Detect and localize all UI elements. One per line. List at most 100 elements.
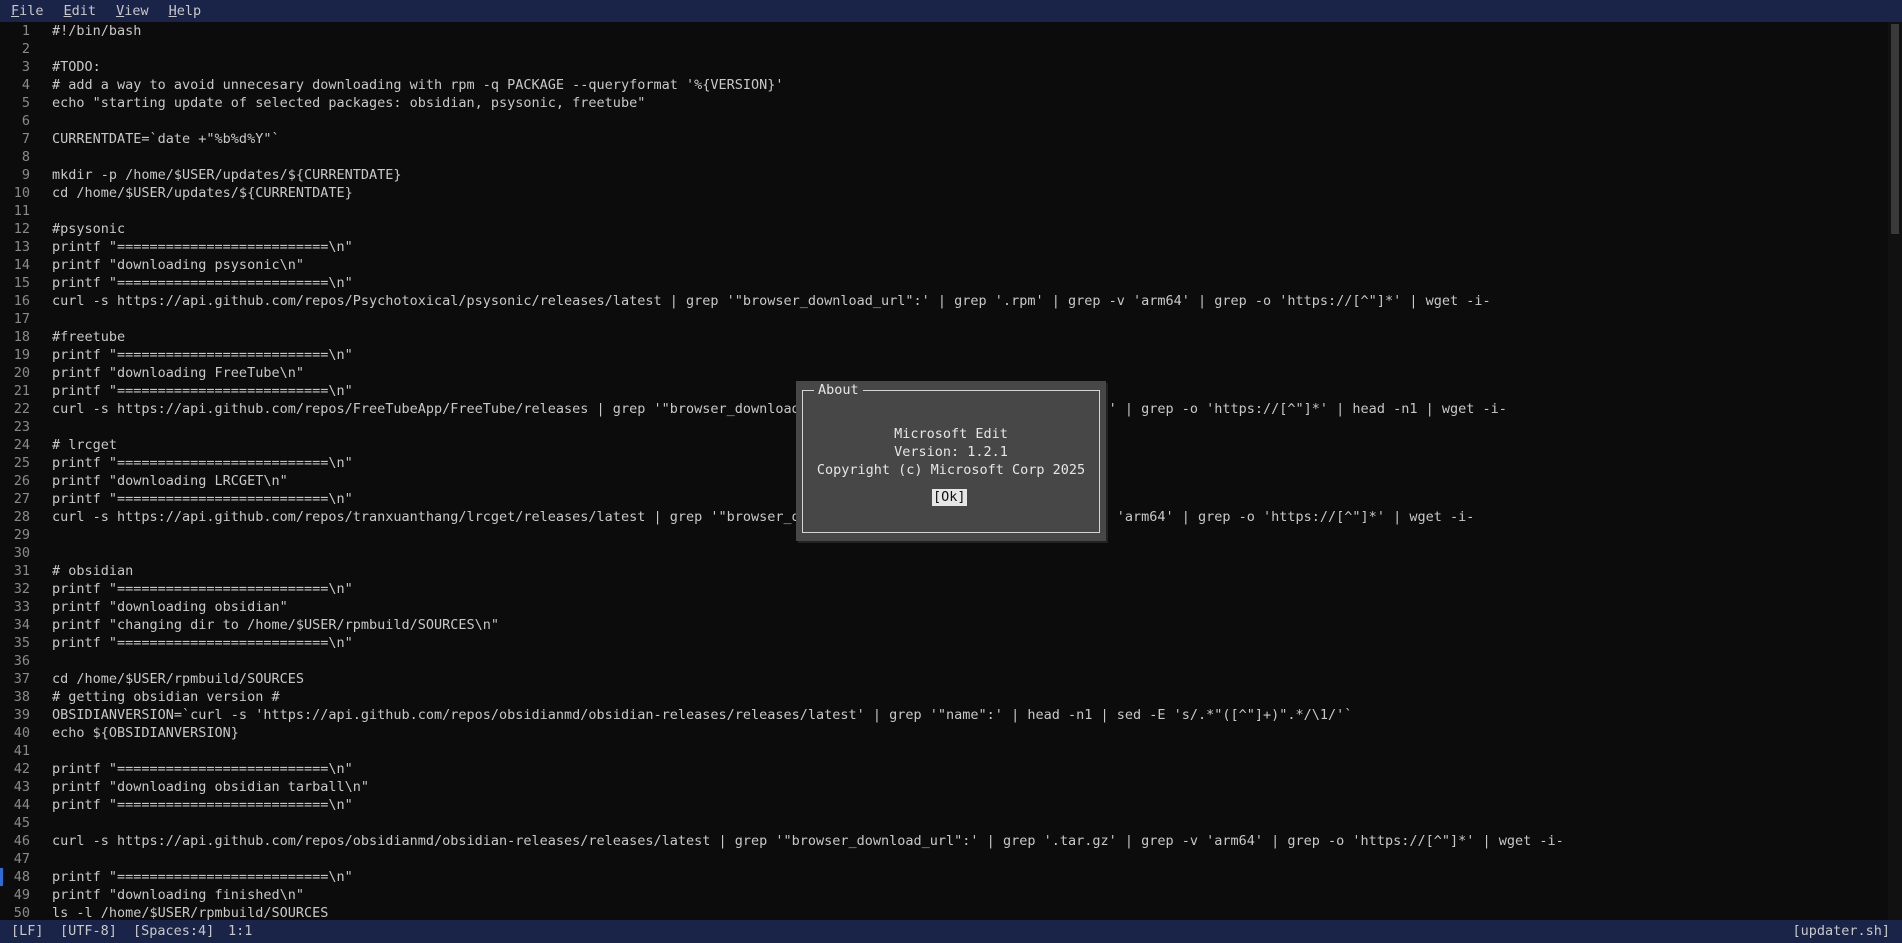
code-text[interactable]: #TODO:: [52, 58, 101, 76]
code-line[interactable]: 3 #TODO:: [0, 58, 1888, 76]
code-text[interactable]: echo "starting update of selected packag…: [52, 94, 645, 112]
code-text[interactable]: CURRENTDATE=`date +"%b%d%Y"`: [52, 130, 280, 148]
code-line[interactable]: 30: [0, 544, 1888, 562]
line-number: 27: [13, 491, 30, 507]
code-text[interactable]: printf "==========================\n": [52, 238, 353, 256]
code-text[interactable]: printf "==========================\n": [52, 346, 353, 364]
line-number: 24: [13, 437, 30, 453]
code-text[interactable]: # add a way to avoid unnecesary download…: [52, 76, 784, 94]
code-text[interactable]: cd /home/$USER/updates/${CURRENTDATE}: [52, 184, 353, 202]
code-line[interactable]: 48 printf "==========================\n": [0, 868, 1888, 886]
cursor-position[interactable]: 1:1: [228, 920, 252, 943]
code-line[interactable]: 36: [0, 652, 1888, 670]
code-line[interactable]: 15 printf "==========================\n": [0, 274, 1888, 292]
code-text[interactable]: printf "downloading obsidian tarball\n": [52, 778, 369, 796]
code-line[interactable]: 10 cd /home/$USER/updates/${CURRENTDATE}: [0, 184, 1888, 202]
menu-view[interactable]: View: [105, 0, 158, 22]
code-text[interactable]: curl -s https://api.github.com/repos/Psy…: [52, 292, 1491, 310]
code-text[interactable]: printf "downloading finished\n": [52, 886, 304, 904]
code-line[interactable]: 31 # obsidian: [0, 562, 1888, 580]
code-text[interactable]: #freetube: [52, 328, 125, 346]
code-text[interactable]: # getting obsidian version #: [52, 688, 280, 706]
code-line[interactable]: 39 OBSIDIANVERSION=`curl -s 'https://api.…: [0, 706, 1888, 724]
code-text[interactable]: curl -s https://api.github.com/repos/tra…: [52, 508, 1474, 526]
code-line[interactable]: 49 printf "downloading finished\n": [0, 886, 1888, 904]
code-text[interactable]: printf "==========================\n": [52, 580, 353, 598]
copyright-text: Copyright (c) Microsoft Corp 2025: [816, 462, 1086, 478]
code-line[interactable]: 2: [0, 40, 1888, 58]
code-line[interactable]: 42 printf "==========================\n": [0, 760, 1888, 778]
code-text[interactable]: printf "downloading LRCGET\n": [52, 472, 288, 490]
code-text[interactable]: printf "==========================\n": [52, 274, 353, 292]
code-text[interactable]: ls -l /home/$USER/rpmbuild/SOURCES: [52, 904, 328, 920]
code-line[interactable]: 19 printf "==========================\n": [0, 346, 1888, 364]
code-line[interactable]: 46 curl -s https://api.github.com/repos/o…: [0, 832, 1888, 850]
code-line[interactable]: 11: [0, 202, 1888, 220]
code-line[interactable]: 50 ls -l /home/$USER/rpmbuild/SOURCES: [0, 904, 1888, 920]
code-line[interactable]: 16 curl -s https://api.github.com/repos/P…: [0, 292, 1888, 310]
code-text[interactable]: printf "==========================\n": [52, 760, 353, 778]
code-line[interactable]: 1 #!/bin/bash: [0, 22, 1888, 40]
code-text[interactable]: echo ${OBSIDIANVERSION}: [52, 724, 239, 742]
code-line[interactable]: 38 # getting obsidian version #: [0, 688, 1888, 706]
encoding-indicator[interactable]: [UTF-8]: [60, 920, 117, 943]
file-name[interactable]: [updater.sh]: [1792, 920, 1890, 943]
code-text[interactable]: cd /home/$USER/rpmbuild/SOURCES: [52, 670, 304, 688]
code-line[interactable]: 17: [0, 310, 1888, 328]
code-text[interactable]: printf "downloading FreeTube\n": [52, 364, 304, 382]
code-line[interactable]: 44 printf "==========================\n": [0, 796, 1888, 814]
code-text[interactable]: printf "==========================\n": [52, 796, 353, 814]
code-line[interactable]: 13 printf "==========================\n": [0, 238, 1888, 256]
code-line[interactable]: 8: [0, 148, 1888, 166]
code-line[interactable]: 14 printf "downloading psysonic\n": [0, 256, 1888, 274]
code-text[interactable]: # obsidian: [52, 562, 133, 580]
code-line[interactable]: 12 #psysonic: [0, 220, 1888, 238]
code-line[interactable]: 18 #freetube: [0, 328, 1888, 346]
code-text[interactable]: #psysonic: [52, 220, 125, 238]
line-number: 3: [21, 59, 30, 75]
line-number: 50: [13, 905, 30, 920]
line-number: 4: [21, 77, 30, 93]
code-text[interactable]: #!/bin/bash: [52, 22, 141, 40]
code-text[interactable]: printf "downloading obsidian": [52, 598, 288, 616]
code-line[interactable]: 41: [0, 742, 1888, 760]
code-line[interactable]: 7 CURRENTDATE=`date +"%b%d%Y"`: [0, 130, 1888, 148]
code-line[interactable]: 37 cd /home/$USER/rpmbuild/SOURCES: [0, 670, 1888, 688]
code-line[interactable]: 33 printf "downloading obsidian": [0, 598, 1888, 616]
code-text[interactable]: OBSIDIANVERSION=`curl -s 'https://api.gi…: [52, 706, 1352, 724]
code-line[interactable]: 4 # add a way to avoid unnecesary downloa…: [0, 76, 1888, 94]
code-line[interactable]: 34 printf "changing dir to /home/$USER/rp…: [0, 616, 1888, 634]
ok-button[interactable]: [Ok]: [932, 489, 967, 506]
line-ending-indicator[interactable]: [LF]: [11, 920, 44, 943]
code-line[interactable]: 45: [0, 814, 1888, 832]
code-line[interactable]: 43 printf "downloading obsidian tarball\n…: [0, 778, 1888, 796]
code-line[interactable]: 32 printf "==========================\n": [0, 580, 1888, 598]
menu-file[interactable]: File: [0, 0, 53, 22]
scrollbar-thumb[interactable]: [1891, 24, 1899, 234]
code-text[interactable]: printf "==========================\n": [52, 382, 353, 400]
code-text[interactable]: curl -s https://api.github.com/repos/Fre…: [52, 400, 1507, 418]
code-line[interactable]: 5 echo "starting update of selected packa…: [0, 94, 1888, 112]
line-number: 11: [13, 203, 30, 219]
menu-help[interactable]: Help: [158, 0, 211, 22]
code-line[interactable]: 6: [0, 112, 1888, 130]
code-text[interactable]: curl -s https://api.github.com/repos/obs…: [52, 832, 1564, 850]
code-text[interactable]: # lrcget: [52, 436, 117, 454]
code-line[interactable]: 47: [0, 850, 1888, 868]
code-text[interactable]: printf "==========================\n": [52, 454, 353, 472]
code-text[interactable]: printf "==========================\n": [52, 634, 353, 652]
code-text[interactable]: mkdir -p /home/$USER/updates/${CURRENTDA…: [52, 166, 402, 184]
code-text[interactable]: printf "downloading psysonic\n": [52, 256, 304, 274]
vertical-scrollbar[interactable]: [1888, 22, 1902, 920]
line-number: 29: [13, 527, 30, 543]
indentation-indicator[interactable]: [Spaces:4]: [133, 920, 214, 943]
menu-edit[interactable]: Edit: [53, 0, 106, 22]
app-name: Microsoft Edit: [894, 426, 1008, 442]
code-text[interactable]: printf "==========================\n": [52, 868, 353, 886]
code-line[interactable]: 9 mkdir -p /home/$USER/updates/${CURRENTD…: [0, 166, 1888, 184]
code-text[interactable]: printf "==========================\n": [52, 490, 353, 508]
code-line[interactable]: 40 echo ${OBSIDIANVERSION}: [0, 724, 1888, 742]
code-text[interactable]: printf "changing dir to /home/$USER/rpmb…: [52, 616, 499, 634]
code-line[interactable]: 20 printf "downloading FreeTube\n": [0, 364, 1888, 382]
code-line[interactable]: 35 printf "==========================\n": [0, 634, 1888, 652]
